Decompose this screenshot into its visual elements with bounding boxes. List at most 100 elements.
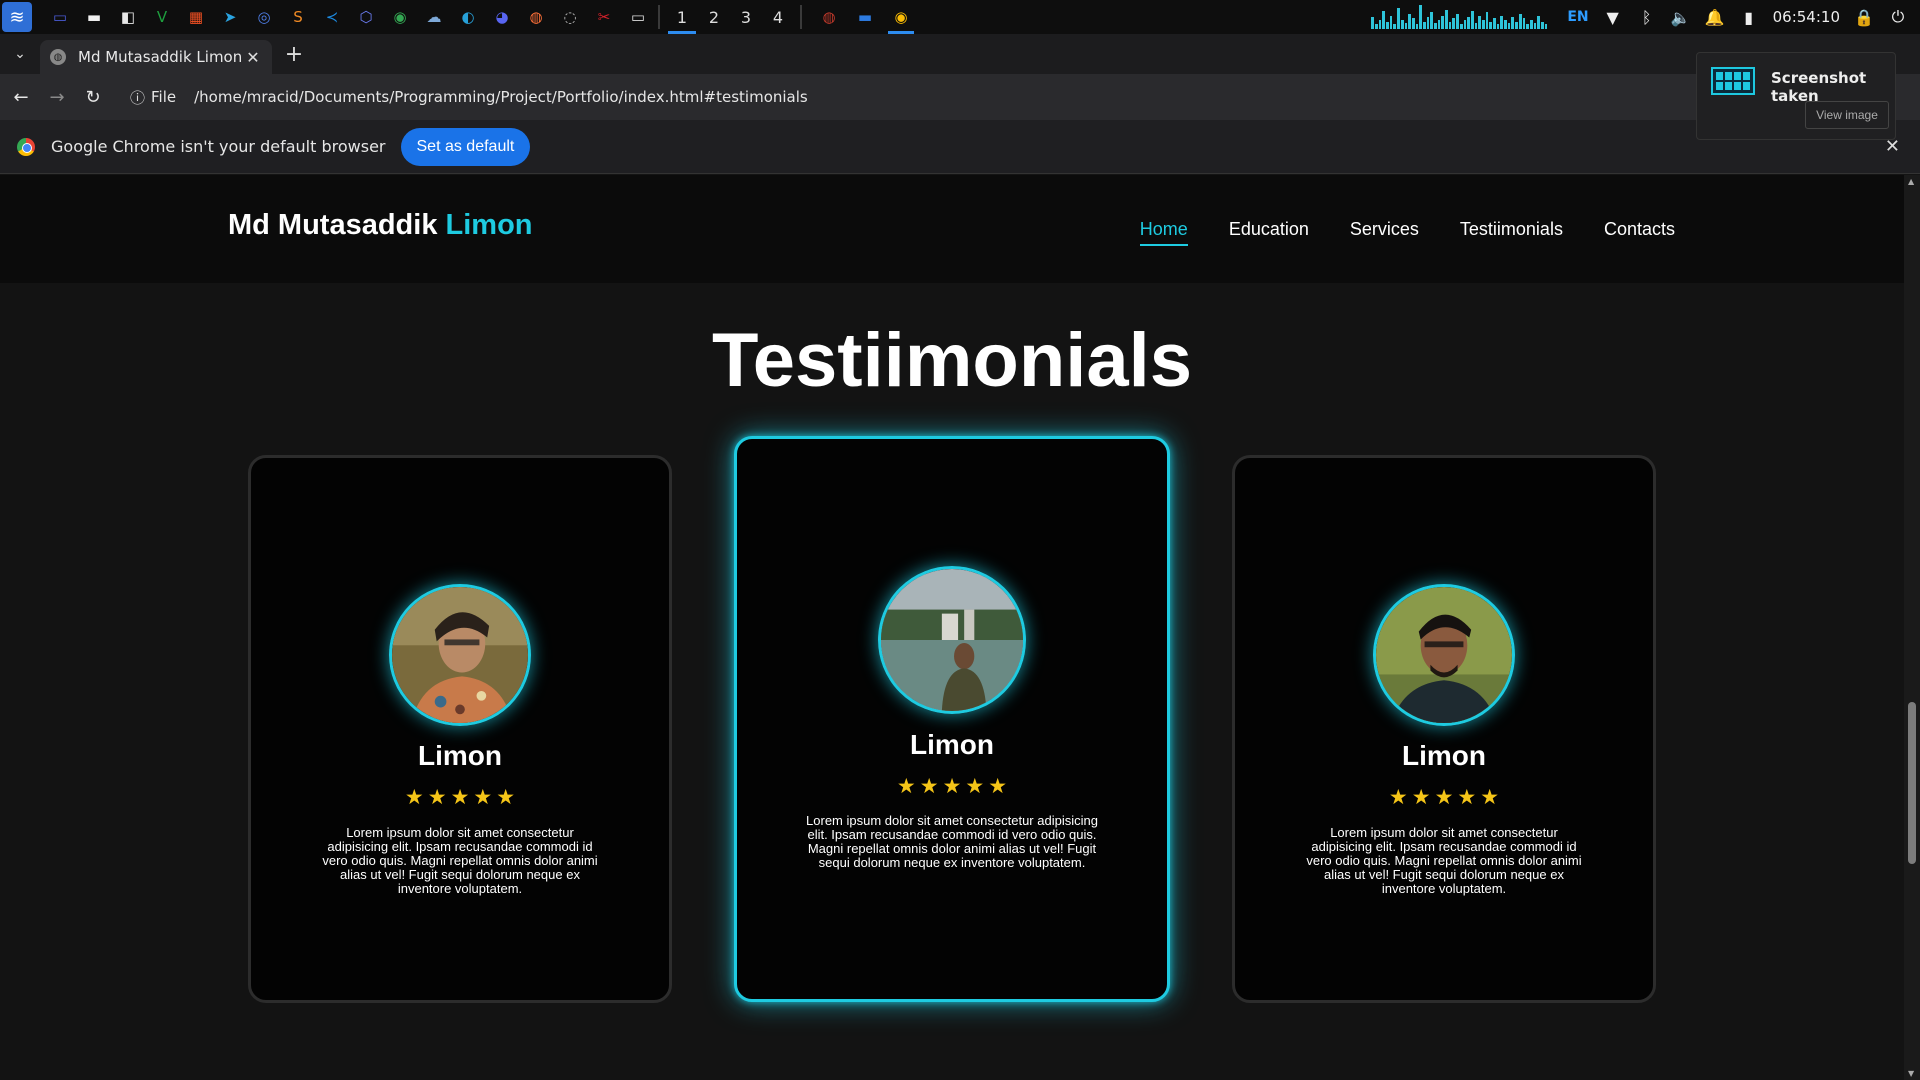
chrome-logo-icon [17,137,35,156]
address-bar[interactable]: ⓘ File /home/mracid/Documents/Programmin… [122,80,1682,114]
cpu-graph-bar [1411,18,1415,29]
cpu-graph-bar [1378,19,1382,29]
workspace-4[interactable]: 4 [762,0,794,34]
star-rating: ★ ★ ★ ★ ★ [1235,785,1653,809]
document-icon[interactable]: ◧ [114,3,142,31]
star-rating: ★ ★ ★ ★ ★ [737,774,1167,798]
cpu-graph-bar [1518,13,1522,29]
cpu-graph-bar [1382,11,1386,29]
cpu-graph-bar [1445,9,1448,29]
workspace-2[interactable]: 2 [698,0,730,34]
cpu-usage-graph [1371,5,1548,29]
logo-accent: Limon [445,209,533,241]
screenshot-notification: Screenshot taken View image [1696,52,1896,140]
battery-icon[interactable]: ▮ [1739,8,1759,27]
app-cube-icon[interactable]: ⬡ [352,3,380,31]
testimonial-text: Lorem ipsum dolor sit amet consectetur a… [1306,825,1582,896]
scrollbar-thumb[interactable] [1908,702,1916,864]
wifi-icon[interactable]: ▼ [1603,8,1623,27]
browser-tab[interactable]: ◍ Md Mutasaddik Limon ✕ [40,40,272,74]
notification-bell-icon[interactable]: 🔔 [1705,8,1725,27]
testimonial-text: Lorem ipsum dolor sit amet consectetur a… [806,813,1098,870]
site-header: Md Mutasaddik Limon Home Education Service… [0,175,1904,283]
screenshot-tool-icon[interactable]: ✂ [590,3,618,31]
os-taskbar: ≋ ▭ ▬ ◧ V ▦ ➤ ◎ S ≺ ⬡ ◉ ☁ ◐ ◕ ◍ ◌ ✂ ▭ 1234 ◍ ▬ ◉ EN ▼ ᛒ 🔈 🔔 ▮ 0… [0,0,1920,34]
reload-button[interactable]: ↻ [78,82,108,112]
star-icon: ★ [988,774,1008,798]
terminal-icon[interactable]: ▭ [624,3,652,31]
cpu-graph-bar [1463,19,1467,29]
cpu-graph-bar [1478,15,1481,29]
notification-title: Screenshot taken [1771,69,1867,105]
workspace-3[interactable]: 3 [730,0,762,34]
main-nav: Home Education Services Testiimonials Contac… [1139,219,1675,246]
nav-link-services[interactable]: Services [1350,219,1419,243]
vim-icon[interactable]: V [148,3,176,31]
new-tab-button[interactable]: + [282,42,306,67]
cpu-graph-bar [1430,12,1434,29]
scroll-down-arrow-icon[interactable]: ▼ [1908,1069,1914,1078]
page-viewport: Md Mutasaddik Limon Home Education Service… [0,175,1904,1080]
star-icon: ★ [404,785,424,809]
tab-search-button[interactable]: ⌄ [8,42,32,66]
sublime-icon[interactable]: S [284,3,312,31]
volume-icon[interactable]: 🔈 [1671,8,1691,27]
url-text[interactable]: /home/mracid/Documents/Programming/Proje… [194,88,808,106]
cpu-graph-bar [1500,15,1504,29]
workspace-1[interactable]: 1 [666,0,698,34]
screenshot-thumbnail[interactable] [1711,67,1755,95]
nav-link-education[interactable]: Education [1229,219,1309,243]
view-image-button[interactable]: View image [1805,101,1889,129]
scroll-up-arrow-icon[interactable]: ▲ [1908,177,1914,186]
vscode-icon[interactable]: ≺ [318,3,346,31]
cpu-graph-bar [1515,21,1518,29]
cpu-graph-bar [1371,17,1375,29]
close-tab-icon[interactable]: ✕ [244,48,262,67]
page-scrollbar[interactable]: ▲ ▼ [1904,175,1920,1080]
cpu-graph-bar [1437,19,1441,29]
firefox-running-icon[interactable]: ◍ [814,0,844,34]
chromium-icon[interactable]: ◎ [250,3,278,31]
site-info-icon[interactable]: ⓘ [130,87,145,108]
testimonial-name: Limon [418,740,502,771]
files-running-icon[interactable]: ▬ [850,0,880,34]
nav-link-testiimonials[interactable]: Testiimonials [1460,219,1563,243]
star-icon: ★ [450,785,470,809]
edge-icon[interactable]: ◐ [454,3,482,31]
discord-icon[interactable]: ◕ [488,3,516,31]
clock[interactable]: 06:54:10 [1773,8,1840,26]
lock-icon[interactable]: 🔒 [1854,8,1874,27]
cpu-graph-bar [1456,13,1459,29]
system-tray: EN ▼ ᛒ 🔈 🔔 ▮ 06:54:10 🔒 ⏻ [1371,0,1920,34]
star-icon: ★ [965,774,985,798]
files-icon[interactable]: ▬ [80,3,108,31]
cpu-graph-bar [1452,18,1456,29]
cpu-graph-bar [1419,5,1422,29]
browser-toolbar: ← → ↻ ⓘ File /home/mracid/Documents/Prog… [0,74,1920,120]
obs-icon[interactable]: ◌ [556,3,584,31]
cloud-icon[interactable]: ☁ [420,3,448,31]
firefox-icon[interactable]: ◍ [522,3,550,31]
telegram-icon[interactable]: ➤ [216,3,244,31]
chrome-icon[interactable]: ◉ [386,3,414,31]
cpu-graph-bar [1507,23,1511,29]
cpu-graph-bar [1496,24,1500,29]
taskbar-separator [800,5,802,29]
nav-link-home[interactable]: Home [1139,219,1188,246]
chrome-running-icon[interactable]: ◉ [886,0,916,34]
nav-link-contacts[interactable]: Contacts [1604,219,1675,243]
distro-launcher-icon[interactable]: ≋ [2,2,32,32]
set-as-default-button[interactable]: Set as default [400,127,531,166]
bluetooth-icon[interactable]: ᛒ [1637,8,1657,27]
desktop-icon[interactable]: ▭ [46,3,74,31]
forward-button[interactable]: → [42,82,72,112]
star-icon: ★ [427,785,447,809]
cpu-graph-bar [1386,21,1389,29]
back-button[interactable]: ← [6,82,36,112]
logo-name: Md Mutasaddik [228,209,446,241]
keyboard-layout-indicator[interactable]: EN [1567,9,1588,25]
cpu-graph-bar [1422,21,1426,29]
windows-icon[interactable]: ▦ [182,3,210,31]
site-logo[interactable]: Md Mutasaddik Limon [228,209,533,242]
power-icon[interactable]: ⏻ [1888,7,1908,27]
